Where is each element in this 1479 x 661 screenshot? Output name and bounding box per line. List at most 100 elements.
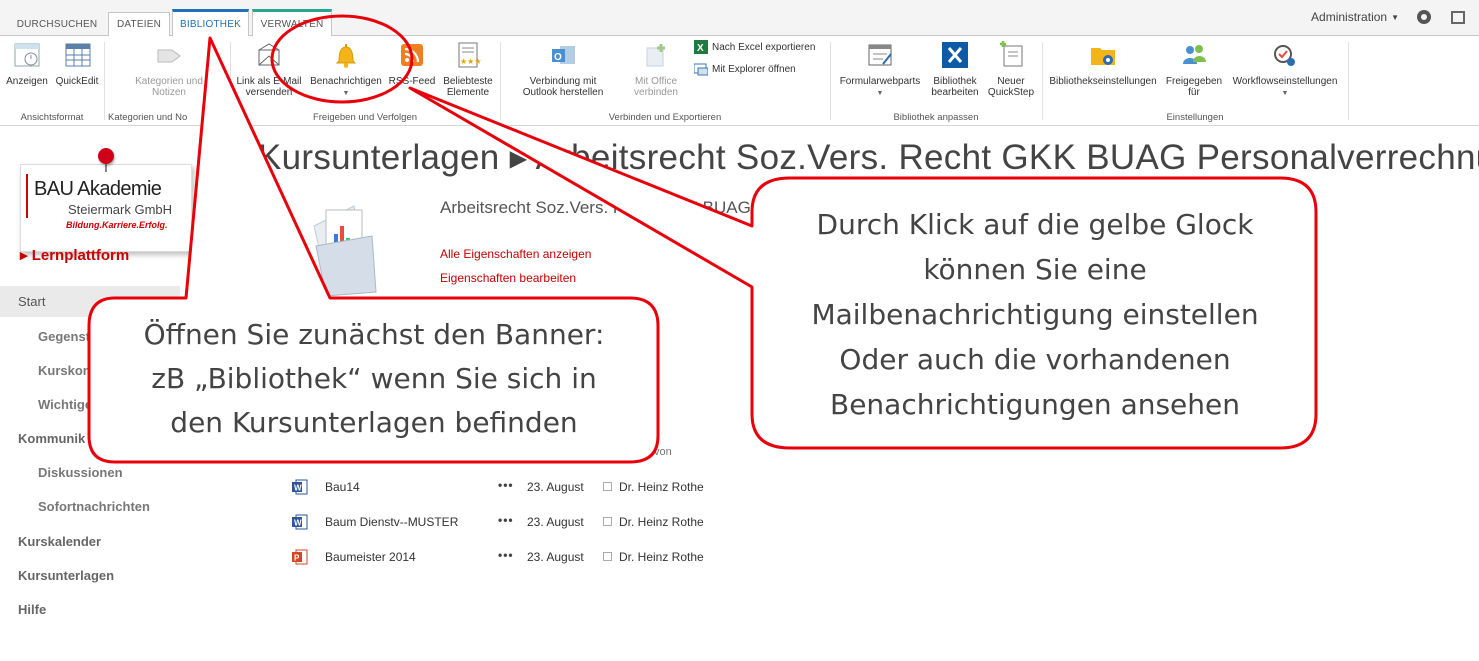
nav-item-gegenst[interactable]: Gegenst (38, 329, 90, 344)
logo-platform: ▸ Lernplattform (20, 247, 130, 264)
logo-accent-bar (26, 174, 28, 218)
file-row[interactable]: W Bau14 ••• 23. August Dr. Heinz Rothe (292, 478, 732, 500)
rss-feed-button[interactable]: RSS-Feed (388, 40, 436, 87)
gear-icon[interactable] (1417, 10, 1431, 24)
top-right-controls: Administration ▼ (1311, 6, 1479, 28)
workflow-icon (1270, 40, 1300, 70)
formular-label: Formularwebparts (839, 76, 921, 87)
outlook-label: Verbindung mit Outlook herstellen (522, 76, 604, 98)
document-set-title: Arbeitsrecht Soz.Vers. Recht GKK BUAG (440, 198, 751, 217)
quickedit-button[interactable]: QuickEdit (52, 40, 102, 87)
group-label-ansichtsformat: Ansichtsformat (20, 112, 84, 123)
nav-item-kommunik[interactable]: Kommunik (18, 431, 85, 446)
group-label-anpassen: Bibliothek anpassen (893, 112, 979, 123)
shared-users-icon (1179, 40, 1209, 70)
file-modified-by[interactable]: Dr. Heinz Rothe (619, 480, 704, 494)
popular-items-icon: ★★★ (453, 40, 483, 70)
file-modified-date: 23. August (527, 480, 584, 494)
ribbon-tab-bar: DURCHSUCHEN DATEIEN BIBLIOTHEK VERWALTEN… (0, 0, 1479, 37)
callout-right-line: Benachrichtigungen ansehen (829, 388, 1241, 421)
office-button[interactable]: Mit Office verbinden (626, 40, 686, 98)
nav-item-hilfe[interactable]: Hilfe (18, 602, 46, 617)
tab-bibliothek[interactable]: BIBLIOTHEK (172, 9, 249, 37)
more-options-icon[interactable]: ••• (498, 478, 514, 492)
file-modified-by[interactable]: Dr. Heinz Rothe (619, 515, 704, 529)
nav-item-kurskalender[interactable]: Kurskalender (18, 534, 101, 549)
anzeigen-label: Anzeigen (6, 76, 48, 87)
file-modified-date: 23. August (527, 550, 584, 564)
page-title: Kursunterlagen ▸ Arbeitsrecht Soz.Vers. … (258, 138, 1479, 177)
group-separator (1042, 42, 1043, 120)
file-row[interactable]: W Baum Dienstv--MUSTER ••• 23. August Dr. He… (292, 513, 732, 535)
freigegeben-label: Freigegeben für (1165, 76, 1223, 98)
nav-item-kurskon[interactable]: Kurskon (38, 363, 91, 378)
edit-library-icon (940, 40, 970, 70)
callout-left-line: zB „Bibliothek“ wenn Sie sich in (151, 362, 597, 395)
group-separator (830, 42, 831, 120)
nav-item-kursunterlagen[interactable]: Kursunterlagen (18, 568, 114, 583)
file-name[interactable]: Baum Dienstv--MUSTER (325, 515, 458, 529)
file-modified-by[interactable]: Dr. Heinz Rothe (619, 550, 704, 564)
edit-properties-link[interactable]: Eigenschaften bearbeiten (440, 271, 576, 285)
callout-right-line: Mailbenachrichtigung einstellen (811, 298, 1259, 331)
callout-right-line: Durch Klick auf die gelbe Glock (816, 208, 1254, 241)
nav-item-sofortnachrichten[interactable]: Sofortnachrichten (38, 499, 150, 514)
outlook-button[interactable]: O Verbindung mit Outlook herstellen (504, 40, 622, 98)
group-separator (230, 42, 231, 120)
group-separator (104, 42, 105, 120)
benachrichtigen-button[interactable]: Benachrichtigen ▼ (306, 40, 386, 99)
bibliothek-bearbeiten-button[interactable]: Bibliothek bearbeiten (926, 40, 984, 98)
rss-icon (397, 40, 427, 70)
nav-item-wichtige[interactable]: Wichtige (38, 397, 92, 412)
chevron-down-icon: ▼ (1281, 90, 1289, 97)
group-separator (500, 42, 501, 120)
beliebteste-button[interactable]: ★★★ Beliebteste Elemente (438, 40, 498, 98)
chevron-down-icon: ▼ (876, 90, 884, 97)
presence-checkbox (603, 482, 612, 491)
kategorien-button[interactable]: Kategorien und Notizen (126, 40, 212, 98)
callout-left-line: den Kursunterlagen befinden (170, 406, 578, 439)
group-separator (1348, 42, 1349, 120)
bibliothekseinstellungen-button[interactable]: Bibliothekseinstellungen (1046, 40, 1160, 87)
svg-text:X: X (697, 43, 704, 54)
svg-text:O: O (554, 52, 562, 63)
anzeigen-button[interactable]: Anzeigen (4, 40, 50, 87)
callout-right-line: können Sie eine (923, 253, 1147, 286)
kategorien-label: Kategorien und Notizen (135, 76, 203, 98)
bib-einstellungen-label: Bibliothekseinstellungen (1049, 76, 1157, 87)
site-logo[interactable]: BAU Akademie Steiermark GmbH Bildung.Kar… (20, 148, 196, 274)
group-label-kategorien: Kategorien und No (108, 112, 188, 123)
workflowseinstellungen-button[interactable]: Workflowseinstellungen ▼ (1228, 40, 1342, 99)
excel-export-button[interactable]: X Nach Excel exportieren (694, 40, 815, 54)
tab-verwalten[interactable]: VERWALTEN (252, 9, 332, 36)
freigegeben-fuer-button[interactable]: Freigegeben für (1162, 40, 1226, 98)
all-properties-link[interactable]: Alle Eigenschaften anzeigen (440, 247, 591, 261)
quickstep-button[interactable]: Neuer QuickStep (984, 40, 1038, 98)
excel-icon: X (694, 40, 708, 54)
formularwebparts-button[interactable]: Formularwebparts ▼ (836, 40, 924, 99)
quickstep-label: Neuer QuickStep (987, 76, 1035, 98)
logo-tagline: Bildung.Karriere.Erfolg. (66, 220, 168, 230)
focus-content-icon[interactable] (1451, 10, 1465, 24)
tab-dateien[interactable]: DATEIEN (108, 12, 170, 36)
nav-item-diskussionen[interactable]: Diskussionen (38, 465, 123, 480)
group-label-einstellungen: Einstellungen (1166, 112, 1224, 123)
user-menu[interactable]: Administration (1311, 10, 1387, 24)
explorer-open-button[interactable]: Mit Explorer öffnen (694, 62, 796, 76)
svg-text:★★★: ★★★ (460, 57, 482, 66)
tab-durchsuchen[interactable]: DURCHSUCHEN (10, 12, 104, 36)
link-mail-label: Link als E-Mail versenden (236, 76, 302, 98)
bibliothek-bearbeiten-label: Bibliothek bearbeiten (931, 76, 979, 98)
column-header-modified-by[interactable]: von (654, 446, 672, 458)
more-options-icon[interactable]: ••• (498, 513, 514, 527)
file-name[interactable]: Bau14 (325, 480, 360, 494)
document-set-icon (312, 196, 378, 297)
link-mail-button[interactable]: Link als E-Mail versenden (234, 40, 304, 98)
more-options-icon[interactable]: ••• (498, 548, 514, 562)
file-name[interactable]: Baumeister 2014 (325, 550, 416, 564)
powerpoint-file-icon: P (292, 549, 308, 565)
logo-line2: Steiermark GmbH (68, 202, 173, 217)
group-label-freigeben: Freigeben und Verfolgen (312, 112, 418, 123)
svg-text:W: W (294, 484, 302, 493)
file-row[interactable]: P Baumeister 2014 ••• 23. August Dr. Heinz R… (292, 548, 732, 570)
